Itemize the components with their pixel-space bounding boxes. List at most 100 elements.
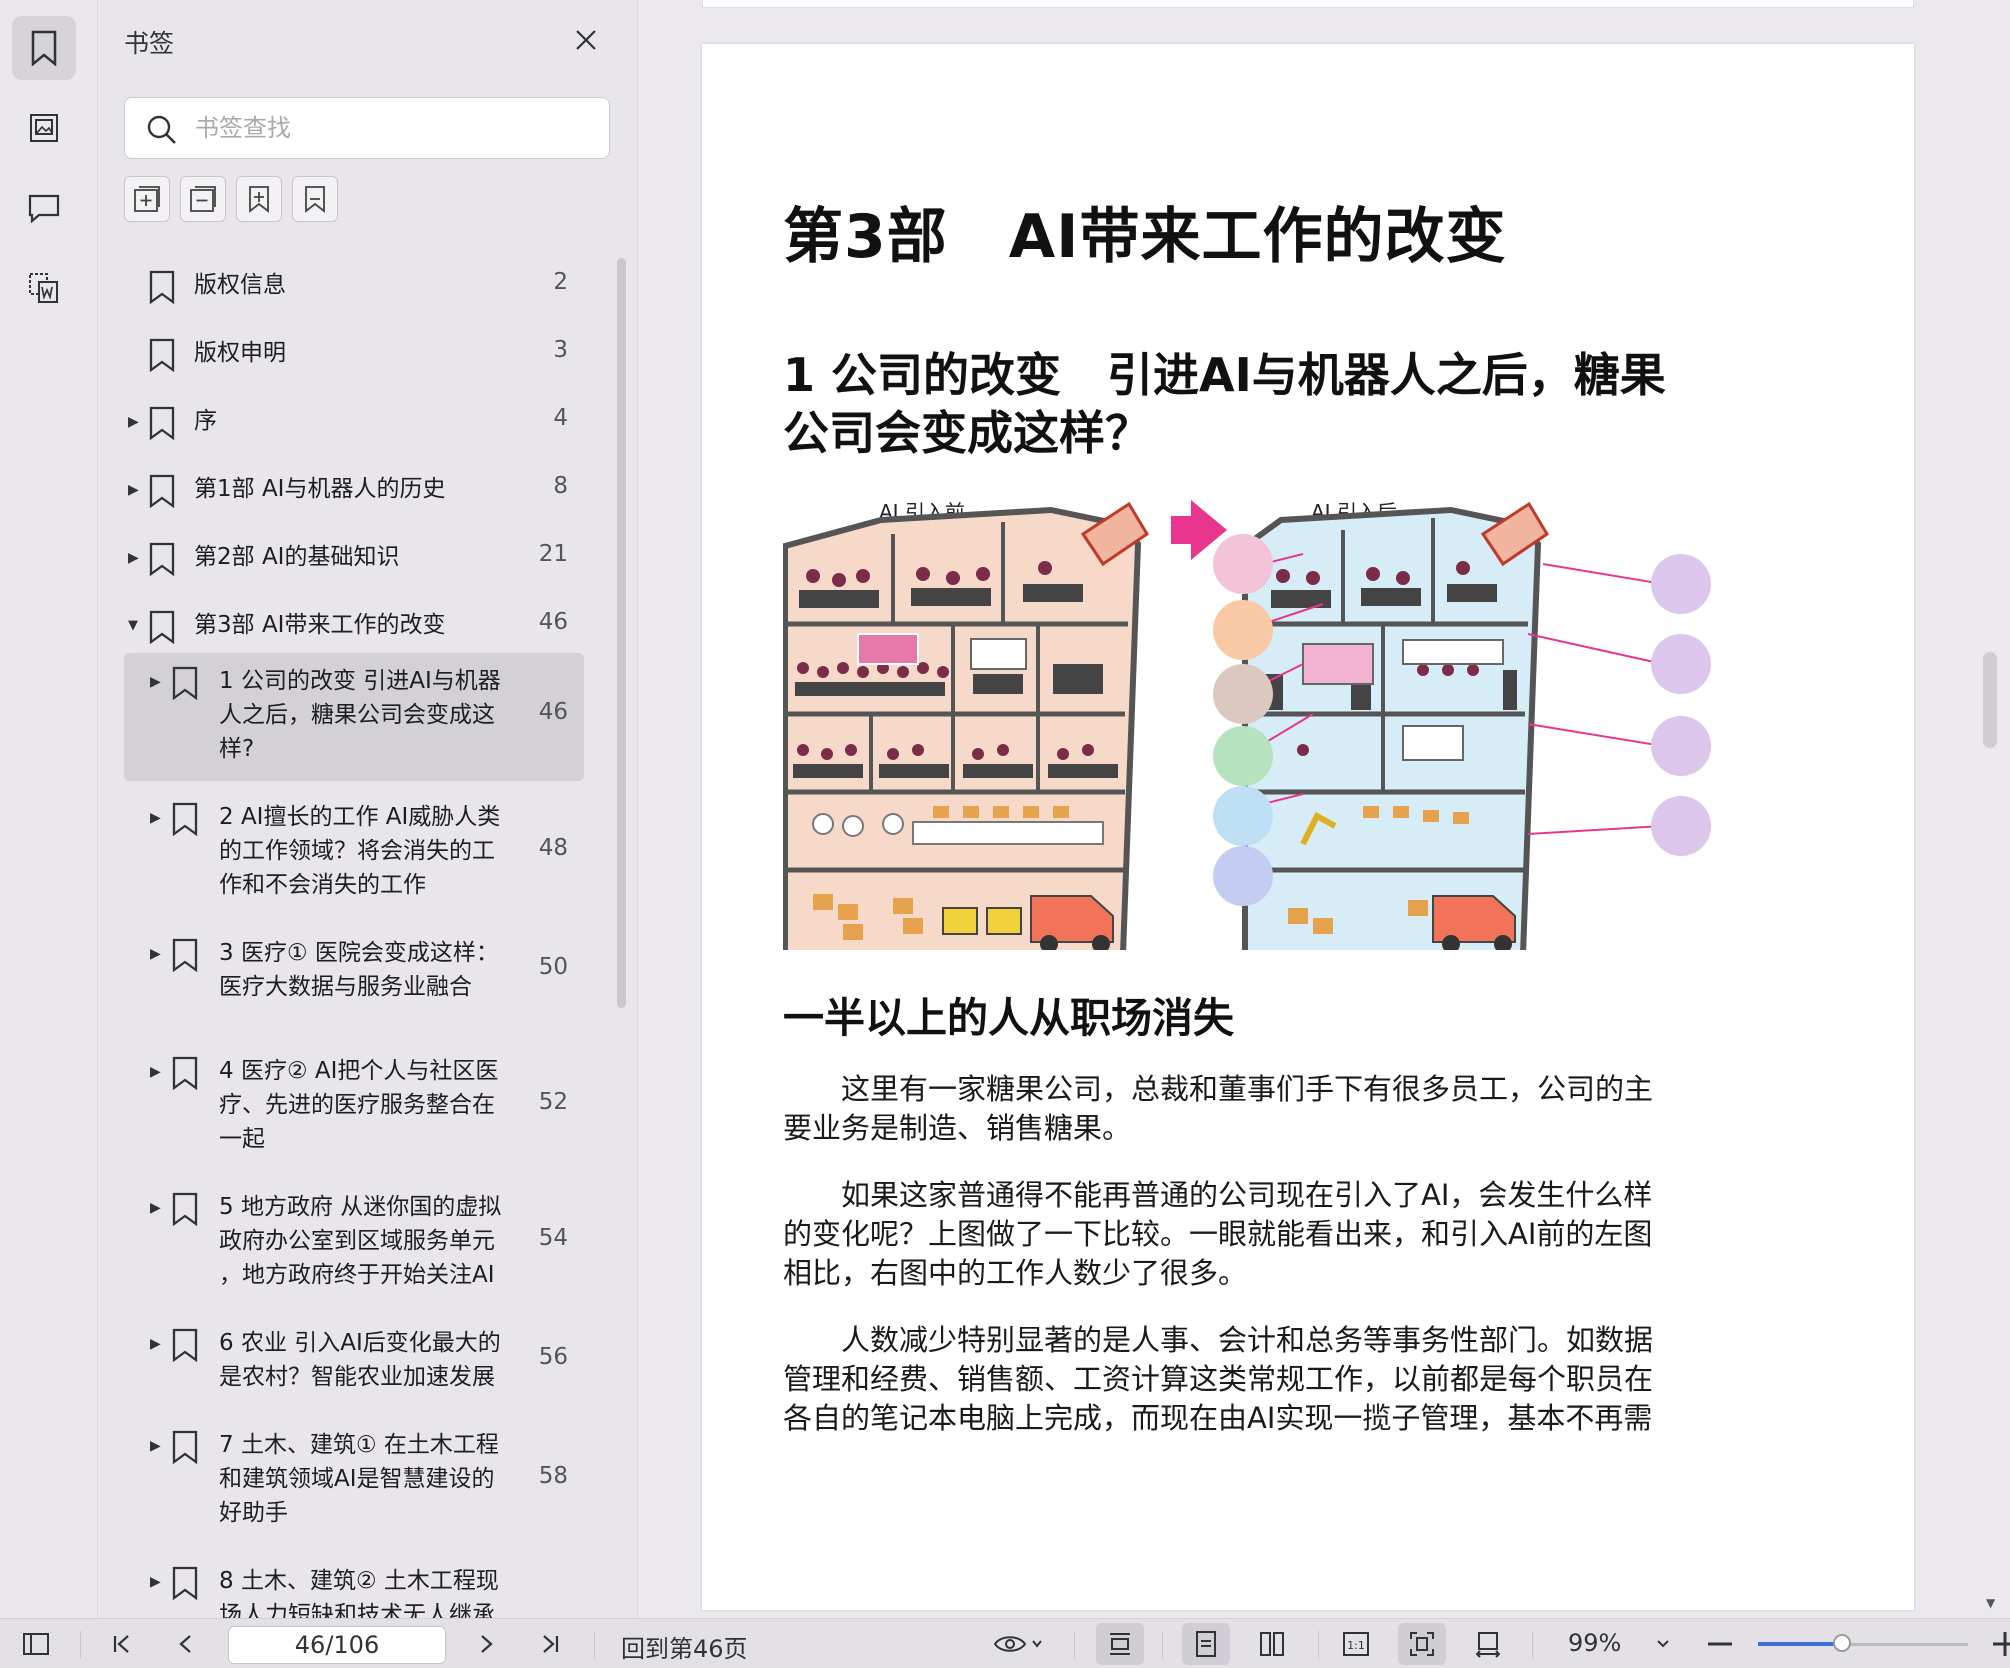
bookmark-icon <box>148 542 176 580</box>
bookmark-label: 第2部 AI的基础知识 <box>194 544 400 570</box>
bookmark-page-number: 8 <box>553 473 568 499</box>
bookmark-item[interactable]: ▶ 7 土木、建筑① 在土木工程 和建筑领域AI是智慧建设的 好助手 58 <box>124 1417 584 1545</box>
bookmark-page-number: 56 <box>538 1344 568 1370</box>
bookmark-icon <box>171 1328 199 1366</box>
bookmark-icon <box>171 938 199 976</box>
bookmark-label: 6 农业 引入AI后变化最大的 是农村？智能农业加速发展 <box>219 1330 501 1390</box>
bookmark-item[interactable]: ▶ 8 土木、建筑② 土木工程现 场人力短缺和技术无人继承 <box>124 1553 584 1618</box>
panel-scrollbar[interactable] <box>617 258 626 1008</box>
zoom-out-icon[interactable] <box>1700 1619 1740 1668</box>
building-before-illustration <box>783 501 1150 950</box>
bookmark-item[interactable]: ▶ 序 4 <box>124 400 584 448</box>
bookmark-item[interactable]: ▶ 第1部 AI与机器人的历史 8 <box>124 468 584 516</box>
first-page-icon[interactable] <box>100 1619 144 1668</box>
bookmark-label: 版权信息 <box>194 272 286 298</box>
next-page-icon[interactable] <box>464 1619 508 1668</box>
bookmark-label: 4 医疗② AI把个人与社区医 疗、先进的医疗服务整合在 一起 <box>219 1058 499 1152</box>
expand-arrow-icon[interactable]: ▶ <box>150 1438 161 1454</box>
status-bar: 回到第46页 1:1 99% <box>0 1618 2010 1668</box>
zoom-slider-handle[interactable] <box>1833 1634 1851 1652</box>
expand-arrow-icon[interactable]: ▶ <box>150 1200 161 1216</box>
bookmark-item[interactable]: 版权申明 3 <box>124 332 584 380</box>
section-heading: 1 公司的改变 引进AI与机器人之后，糖果公司会变成这样？ <box>783 348 1666 460</box>
add-bookmark-button[interactable] <box>124 176 170 222</box>
bookmark-panel-icon[interactable] <box>12 16 76 80</box>
remove-bookmark-button[interactable] <box>180 176 226 222</box>
search-icon <box>147 115 176 144</box>
bookmark-label: 8 土木、建筑② 土木工程现 场人力短缺和技术无人继承 <box>219 1568 499 1618</box>
paragraph: 人数减少特别显著的是人事、会计和总务等事务性部门。如数据管理和经费、销售额、工资… <box>783 1323 1654 1435</box>
bookmark-icon <box>171 666 199 704</box>
bookmark-item[interactable]: ▶ 1 公司的改变 引进AI与机器 人之后，糖果公司会变成这 样? 46 <box>124 653 584 781</box>
actual-size-icon[interactable]: 1:1 <box>1332 1619 1380 1668</box>
expand-arrow-icon[interactable]: ▶ <box>128 414 139 430</box>
expand-arrow-icon[interactable]: ▶ <box>150 946 161 962</box>
bookmark-search-box[interactable] <box>124 97 610 159</box>
single-page-icon[interactable] <box>1182 1623 1230 1665</box>
bookmark-panel: 书签 版权信息 2 版权申明 3 ▶ 序 4 ▶ 第1部 AI与机器人的历史 8 ▶ 第2部 AI的基… <box>98 0 638 1618</box>
expand-arrow-icon[interactable]: ▶ <box>150 810 161 826</box>
continuous-scroll-icon[interactable] <box>1096 1623 1144 1665</box>
document-scrollbar[interactable] <box>1983 652 1997 748</box>
bookmark-icon <box>171 1430 199 1468</box>
bookmark-toggle-button[interactable] <box>292 176 338 222</box>
close-icon[interactable] <box>570 24 602 56</box>
fit-page-icon[interactable] <box>1398 1623 1446 1665</box>
bookmark-page-number: 4 <box>553 405 568 431</box>
left-icon-rail <box>0 0 98 1618</box>
bookmark-item[interactable]: ▶ 2 AI擅长的工作 AI威胁人类 的工作领域？将会消失的工 作和不会消失的工作 48 <box>124 789 584 917</box>
comment-icon[interactable] <box>12 176 76 240</box>
bookmark-label: 3 医疗① 医院会变成这样： 医疗大数据与服务业融合 <box>219 940 499 1000</box>
expand-arrow-icon[interactable]: ▶ <box>150 1336 161 1352</box>
bookmark-item[interactable]: ▶ 4 医疗② AI把个人与社区医 疗、先进的医疗服务整合在 一起 52 <box>124 1043 584 1171</box>
toggle-sidebar-icon[interactable] <box>14 1619 58 1668</box>
insert-bookmark-button[interactable] <box>236 176 282 222</box>
bookmark-icon <box>171 802 199 840</box>
two-page-icon[interactable] <box>1248 1619 1296 1668</box>
go-to-page-link[interactable]: 回到第46页 <box>621 1629 748 1664</box>
thumbnail-icon[interactable] <box>12 96 76 160</box>
bookmark-page-number: 2 <box>553 269 568 295</box>
page-number-input[interactable] <box>228 1626 446 1664</box>
bookmark-item[interactable]: ▶ 3 医疗① 医院会变成这样： 医疗大数据与服务业融合 50 <box>124 925 584 1019</box>
company-comparison-illustration <box>783 500 1711 950</box>
bookmark-icon <box>148 406 176 444</box>
bookmark-item[interactable]: ▼ 第3部 AI带来工作的改变 46 <box>124 604 584 652</box>
scroll-down-arrow-icon[interactable]: ▼ <box>1986 1596 1995 1610</box>
expand-arrow-icon[interactable]: ▶ <box>128 482 139 498</box>
bookmark-label: 7 土木、建筑① 在土木工程 和建筑领域AI是智慧建设的 好助手 <box>219 1432 499 1526</box>
bookmark-label: 1 公司的改变 引进AI与机器 人之后，糖果公司会变成这 样? <box>219 668 501 762</box>
collapse-arrow-icon[interactable]: ▼ <box>128 618 138 633</box>
previous-page-icon[interactable] <box>164 1619 208 1668</box>
fit-width-icon[interactable] <box>1464 1619 1512 1668</box>
page-heading: 第3部 AI带来工作的改变 <box>783 202 1507 272</box>
last-page-icon[interactable] <box>528 1619 572 1668</box>
previous-page-edge <box>702 0 1914 8</box>
bookmark-page-number: 21 <box>538 541 568 567</box>
bookmark-icon <box>148 474 176 512</box>
zoom-in-icon[interactable] <box>1990 1619 2010 1668</box>
paragraph: 如果这家普通得不能再普通的公司现在引入了AI，会发生什么样的变化呢？上图做了一下… <box>783 1178 1653 1290</box>
bookmark-icon <box>148 610 176 648</box>
bookmark-list: 版权信息 2 版权申明 3 ▶ 序 4 ▶ 第1部 AI与机器人的历史 8 ▶ 第2部 AI的基础知识… <box>98 250 618 1618</box>
expand-arrow-icon[interactable]: ▶ <box>150 674 161 690</box>
expand-arrow-icon[interactable]: ▶ <box>128 550 139 566</box>
zoom-level[interactable]: 99% <box>1568 1629 1621 1657</box>
zoom-dropdown-chevron-icon[interactable] <box>1648 1619 1678 1668</box>
bookmark-page-number: 46 <box>538 699 568 725</box>
bookmark-icon <box>171 1056 199 1094</box>
bookmark-page-number: 48 <box>538 835 568 861</box>
bookmark-item[interactable]: ▶ 第2部 AI的基础知识 21 <box>124 536 584 584</box>
document-viewport: 第3部 AI带来工作的改变 1 公司的改变 引进AI与机器人之后，糖果公司会变成… <box>639 0 2010 1618</box>
bookmark-page-number: 58 <box>538 1463 568 1489</box>
bookmark-search-input[interactable] <box>195 110 585 146</box>
bookmark-item[interactable]: ▶ 5 地方政府 从迷你国的虚拟 政府办公室到区域服务单元 ，地方政府终于开始关注AI… <box>124 1179 584 1307</box>
eye-view-mode-icon[interactable] <box>986 1619 1052 1668</box>
bookmark-item[interactable]: ▶ 6 农业 引入AI后变化最大的 是农村？智能农业加速发展 56 <box>124 1315 584 1409</box>
convert-word-icon[interactable] <box>12 256 76 320</box>
bookmark-label: 第3部 AI带来工作的改变 <box>194 612 446 638</box>
expand-arrow-icon[interactable]: ▶ <box>150 1574 161 1590</box>
expand-arrow-icon[interactable]: ▶ <box>150 1064 161 1080</box>
bookmark-item[interactable]: 版权信息 2 <box>124 264 584 312</box>
bookmark-icon <box>148 338 176 376</box>
